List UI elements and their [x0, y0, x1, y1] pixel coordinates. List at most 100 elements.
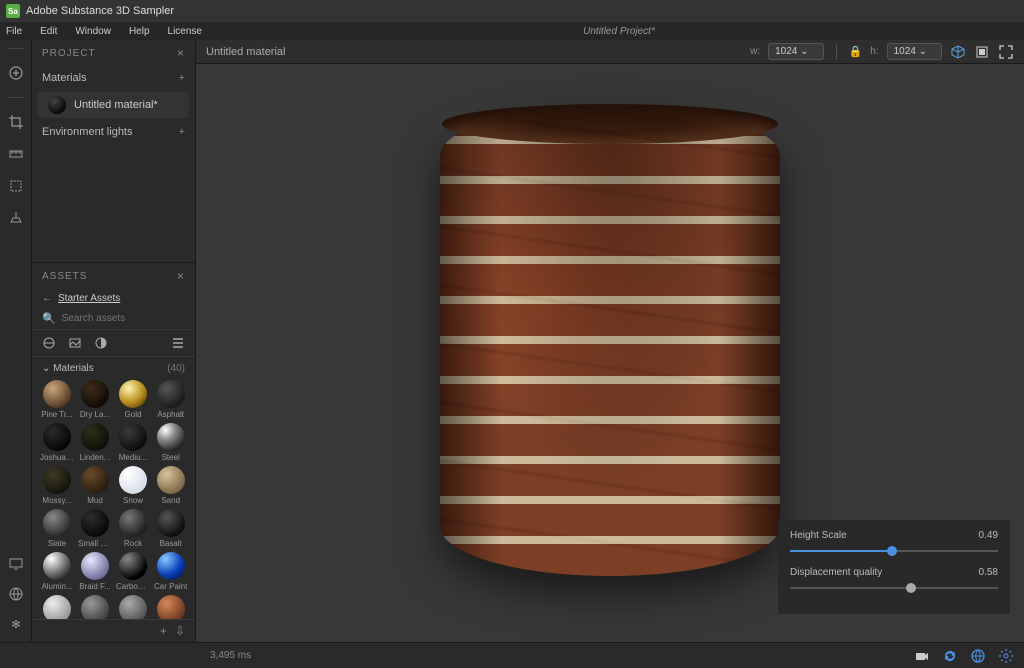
asset-item[interactable]: Car Paint — [154, 552, 187, 591]
assets-panel: ASSETS × ← Starter Assets 🔍 ⌄ Materials … — [32, 262, 195, 642]
filter-contrast-icon[interactable] — [94, 336, 108, 350]
asset-item[interactable]: Dry La... — [78, 380, 112, 419]
asset-item[interactable]: Sand — [154, 466, 187, 505]
breadcrumb: ← Starter Assets — [32, 289, 195, 308]
asset-footer: + ⇩ — [32, 619, 195, 642]
viewport-title: Untitled material — [206, 46, 285, 58]
filter-sphere-icon[interactable] — [42, 336, 56, 350]
asset-item[interactable] — [116, 595, 150, 619]
crop-icon[interactable] — [8, 114, 24, 130]
camera-icon[interactable] — [914, 648, 930, 664]
displacement-label: Displacement quality — [790, 567, 882, 578]
asset-item[interactable] — [154, 595, 187, 619]
add-asset-icon[interactable]: + — [160, 624, 167, 638]
add-icon[interactable] — [8, 65, 24, 81]
breadcrumb-link[interactable]: Starter Assets — [58, 293, 120, 304]
cube-3d-icon[interactable] — [950, 44, 966, 60]
asset-item[interactable] — [40, 595, 74, 619]
viewport-3d[interactable]: Height Scale 0.49 Displacement quality 0… — [196, 64, 1024, 642]
asset-item[interactable]: Basalt — [154, 509, 187, 548]
height-scale-value: 0.49 — [979, 530, 998, 541]
asset-item[interactable]: Slate — [40, 509, 74, 548]
asset-item[interactable]: Alumin... — [40, 552, 74, 591]
chevron-down-icon: ⌄ — [42, 363, 50, 374]
asset-thumb-icon — [81, 380, 109, 408]
height-scale-slider[interactable] — [790, 545, 998, 557]
globe-icon[interactable] — [8, 586, 24, 602]
asset-item[interactable]: Rock — [116, 509, 150, 548]
back-arrow-icon[interactable]: ← — [42, 293, 52, 304]
asset-label: Asphalt — [157, 410, 184, 419]
asset-item[interactable]: Steel — [154, 423, 187, 462]
globe-status-icon[interactable] — [970, 648, 986, 664]
expand-icon[interactable] — [998, 44, 1014, 60]
asset-item[interactable]: Mud — [78, 466, 112, 505]
asset-thumb-icon — [81, 595, 109, 619]
asset-label: Linden... — [80, 453, 111, 462]
sidebar: PROJECT × Materials + Untitled material*… — [32, 40, 196, 642]
asset-item[interactable]: Joshua ... — [40, 423, 74, 462]
assets-title: ASSETS — [42, 271, 87, 282]
asset-label: Braid F... — [79, 582, 111, 591]
width-select[interactable]: 1024 ⌄ — [768, 43, 823, 60]
asset-item[interactable]: Braid F... — [78, 552, 112, 591]
category-count: (40) — [167, 363, 185, 374]
asset-thumb-icon — [119, 380, 147, 408]
square-2d-icon[interactable] — [974, 44, 990, 60]
menu-window[interactable]: Window — [75, 26, 111, 37]
import-asset-icon[interactable]: ⇩ — [175, 624, 185, 638]
category-header[interactable]: ⌄ Materials (40) — [32, 357, 195, 380]
asset-item[interactable]: Mossy... — [40, 466, 74, 505]
asset-thumb-icon — [43, 423, 71, 451]
menu-file[interactable]: File — [6, 26, 22, 37]
refresh-icon[interactable] — [942, 648, 958, 664]
height-select[interactable]: 1024 ⌄ — [887, 43, 942, 60]
menu-help[interactable]: Help — [129, 26, 150, 37]
menu-edit[interactable]: Edit — [40, 26, 57, 37]
list-view-icon[interactable] — [171, 336, 185, 350]
lock-icon[interactable]: 🔒 — [849, 45, 863, 58]
material-item[interactable]: Untitled material* — [38, 92, 189, 118]
bottom-left-tools: ✻ — [0, 556, 32, 642]
asset-label: Carbon ... — [116, 582, 150, 591]
materials-section[interactable]: Materials + — [32, 66, 195, 90]
close-icon[interactable]: × — [177, 269, 185, 283]
ruler-icon[interactable] — [8, 146, 24, 162]
search-input[interactable] — [62, 313, 194, 324]
asset-item[interactable]: Linden... — [78, 423, 112, 462]
asset-item[interactable]: Gold — [116, 380, 150, 419]
asset-label: Steel — [162, 453, 180, 462]
asset-item[interactable]: Snow — [116, 466, 150, 505]
menu-license[interactable]: License — [168, 26, 202, 37]
asset-thumb-icon — [43, 595, 71, 619]
asset-item[interactable]: Small G... — [78, 509, 112, 548]
asset-item[interactable]: Asphalt — [154, 380, 187, 419]
asset-item[interactable]: Carbon ... — [116, 552, 150, 591]
add-material-icon[interactable]: + — [179, 72, 185, 84]
search-icon: 🔍 — [42, 312, 56, 325]
menubar: File Edit Window Help License Untitled P… — [0, 22, 1024, 40]
asset-thumb-icon — [81, 466, 109, 494]
asset-thumb-icon — [157, 380, 185, 408]
asset-thumb-icon — [43, 509, 71, 537]
height-label: h: — [870, 46, 878, 57]
env-lights-section[interactable]: Environment lights + — [32, 120, 195, 144]
asset-item[interactable] — [78, 595, 112, 619]
height-scale-label: Height Scale — [790, 530, 847, 541]
transform-icon[interactable] — [8, 178, 24, 194]
snow-icon[interactable]: ✻ — [8, 616, 24, 632]
add-env-icon[interactable]: + — [179, 126, 185, 138]
project-title: PROJECT — [42, 48, 96, 59]
asset-label: Alumin... — [41, 582, 72, 591]
close-icon[interactable]: × — [177, 46, 185, 60]
app-icon: Sa — [6, 4, 20, 18]
filter-image-icon[interactable] — [68, 336, 82, 350]
asset-item[interactable]: Pine Tr... — [40, 380, 74, 419]
asset-item[interactable]: Mediu... — [116, 423, 150, 462]
gear-icon[interactable] — [998, 648, 1014, 664]
stamp-icon[interactable] — [8, 210, 24, 226]
displacement-slider[interactable] — [790, 582, 998, 594]
asset-label: Basalt — [160, 539, 182, 548]
monitor-icon[interactable] — [8, 556, 24, 572]
project-panel-header: PROJECT × — [32, 40, 195, 66]
